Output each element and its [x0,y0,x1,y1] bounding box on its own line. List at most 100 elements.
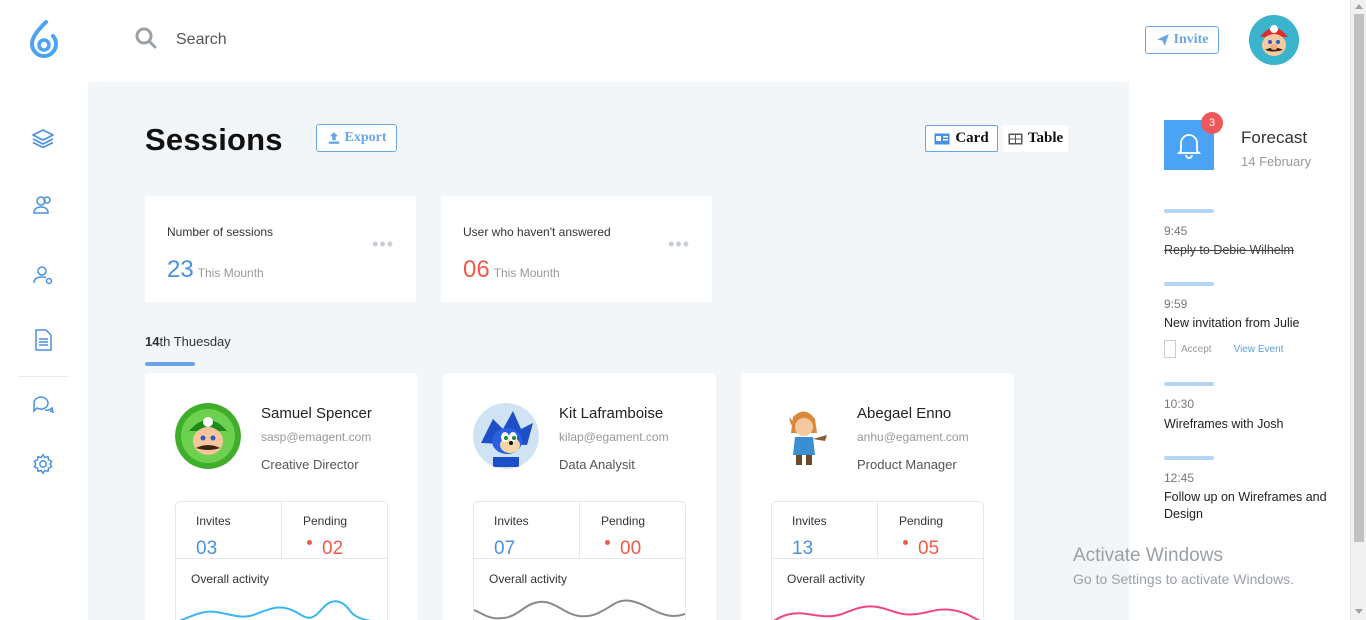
table-view-label: Table [1027,130,1064,146]
left-sidebar [0,0,88,620]
person-stats-box: Invites 03 Pending 02 Overall activity [175,501,388,620]
pending-dot [605,540,610,545]
invites-count: 07 [494,538,516,559]
activity-label: Overall activity [489,572,568,586]
forecast-panel: 3 Forecast 14 February 9:45 Reply to Deb… [1129,82,1350,620]
users-icon[interactable] [30,192,56,218]
card-view-label: Card [955,130,989,146]
person-card[interactable]: Kit Laframboise kilap@egament.com Data A… [443,373,716,620]
divider [579,502,580,558]
bell-icon [1176,134,1202,159]
accept-label[interactable]: Accept [1181,344,1212,355]
event-marker [1164,456,1214,460]
person-avatar [473,403,539,469]
invites-count: 03 [196,538,218,559]
notification-badge: 3 [1201,112,1223,134]
view-event-link[interactable]: View Event [1234,344,1284,355]
pending-label: Pending [601,514,646,528]
event-time: 9:45 [1164,224,1188,238]
document-icon[interactable] [30,327,56,353]
pending-label: Pending [303,514,348,528]
event-marker [1164,282,1214,286]
person-name: Abegael Enno [857,405,952,422]
export-button[interactable]: Export [316,124,397,152]
table-icon [1008,133,1023,144]
person-role: Product Manager [857,457,957,472]
person-name: Samuel Spencer [261,405,372,422]
person-card[interactable]: Abegael Enno anhu@egament.com Product Ma… [741,373,1014,620]
person-email: anhu@egament.com [857,430,969,444]
activity-sparkline [773,605,981,620]
event-title[interactable]: New invitation from Julie [1164,315,1334,332]
event-title[interactable]: Reply to Debie Wilhelm [1164,242,1334,259]
more-options-icon[interactable]: ••• [372,234,394,255]
person-card[interactable]: Samuel Spencer sasp@emagent.com Creative… [145,373,418,620]
vertical-scrollbar[interactable] [1350,0,1366,620]
invite-label: Invite [1173,32,1209,47]
stat-value: 23 This Mounth [167,256,264,284]
table-view-toggle[interactable]: Table [1003,125,1068,152]
date-day: 14 [145,334,160,349]
invites-label: Invites [792,514,827,528]
scroll-down-arrow-icon[interactable] [1355,609,1363,614]
layers-icon[interactable] [30,125,56,151]
person-role: Creative Director [261,457,359,472]
person-email: kilap@egament.com [559,430,669,444]
card-view-toggle[interactable]: Card [925,125,998,152]
invite-button[interactable]: Invite [1145,26,1219,54]
stat-label: Number of sessions [167,225,274,239]
pending-count: 02 [322,538,344,559]
scroll-up-arrow-icon[interactable] [1355,4,1363,9]
event-marker [1164,209,1214,213]
stat-card-sessions: Number of sessions 23 This Mounth ••• [145,196,416,302]
top-bar: Invite [88,0,1350,82]
app-logo-icon[interactable] [28,20,60,58]
divider [877,502,878,558]
activity-sparkline [474,599,685,620]
pending-count: 00 [620,538,642,559]
id-card-icon [934,133,950,144]
stat-card-unanswered: User who haven't answered 06 This Mounth … [441,196,712,302]
app-window: Invite Sessions Export [0,0,1366,620]
page-title: Sessions [145,122,283,157]
stat-sub: This Mounth [197,266,264,280]
user-settings-icon[interactable] [30,262,56,288]
search-icon[interactable] [134,26,158,50]
date-heading[interactable]: 14th Thuesday [145,334,231,349]
activity-label: Overall activity [787,572,866,586]
person-avatar [771,403,837,469]
scroll-thumb[interactable] [1354,14,1364,542]
upload-icon [328,132,339,144]
forecast-date: 14 February [1241,154,1312,169]
event-title[interactable]: Wireframes with Josh [1164,416,1334,433]
date-label: th Thuesday [159,334,231,349]
pending-count: 05 [918,538,940,559]
stat-value: 06 This Mounth [463,256,560,284]
forecast-title: Forecast [1241,128,1308,147]
person-email: sasp@emagent.com [261,430,372,444]
nav-divider [18,376,68,377]
event-actions: Accept View Event [1164,340,1283,358]
invites-label: Invites [494,514,529,528]
main-content: Sessions Export Card Table Number of ses… [88,82,1129,620]
event-time: 10:30 [1164,397,1195,411]
person-stats-box: Invites 07 Pending 00 Overall activity [473,501,686,620]
chat-icon[interactable] [30,391,56,417]
pending-dot [903,540,908,545]
person-name: Kit Laframboise [559,405,664,422]
event-time: 9:59 [1164,297,1188,311]
event-time: 12:45 [1164,471,1195,485]
gear-icon[interactable] [30,451,56,477]
event-title[interactable]: Follow up on Wireframes and Design [1164,489,1334,523]
activity-sparkline [178,600,372,620]
send-icon [1156,34,1169,46]
stat-number: 23 [167,256,194,283]
search-input[interactable] [176,26,476,54]
user-avatar[interactable] [1249,15,1299,65]
accept-checkbox[interactable] [1164,340,1176,358]
stat-label: User who haven't answered [463,225,611,239]
more-options-icon[interactable]: ••• [668,234,690,255]
export-label: Export [344,130,387,145]
activity-label: Overall activity [191,572,270,586]
person-role: Data Analysit [559,457,635,472]
